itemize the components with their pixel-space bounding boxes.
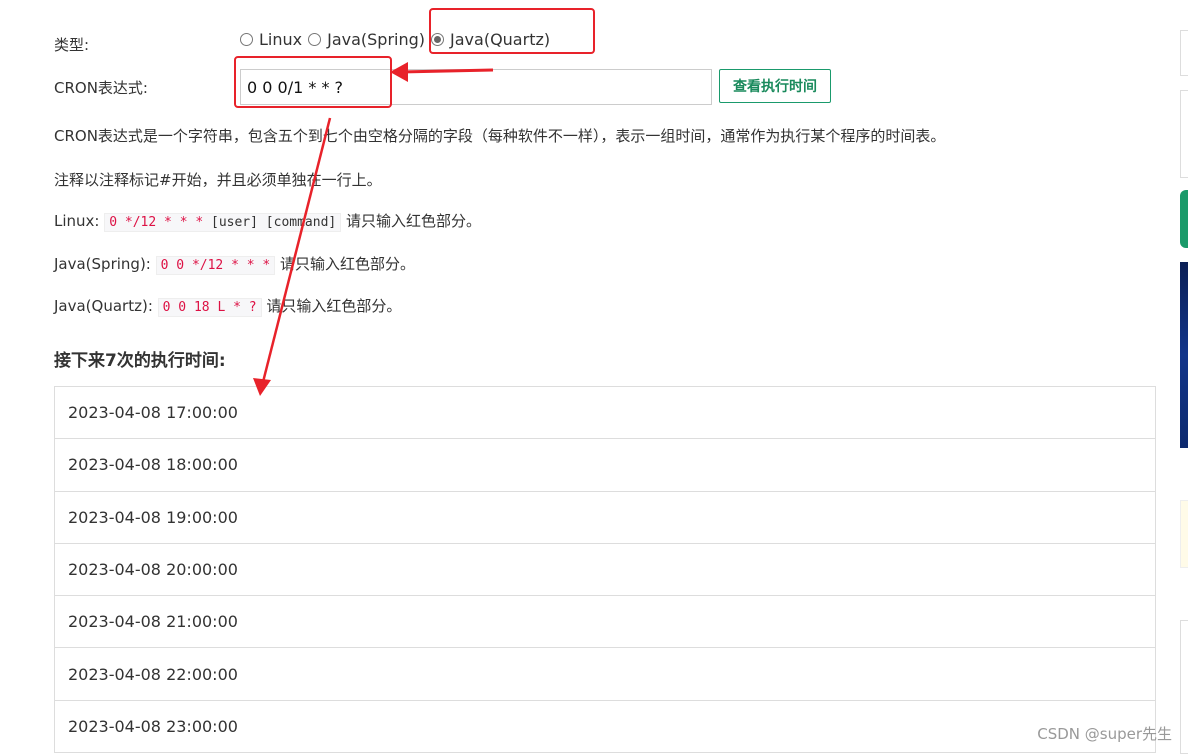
- annotation-arrow-horizontal: [399, 68, 494, 74]
- arrow-head-icon: [253, 378, 271, 396]
- annotation-arrow-down: [261, 117, 332, 383]
- arrow-head-icon: [390, 62, 408, 82]
- annotation-arrows: [253, 62, 494, 396]
- csdn-watermark: CSDN @super先生: [1037, 725, 1172, 743]
